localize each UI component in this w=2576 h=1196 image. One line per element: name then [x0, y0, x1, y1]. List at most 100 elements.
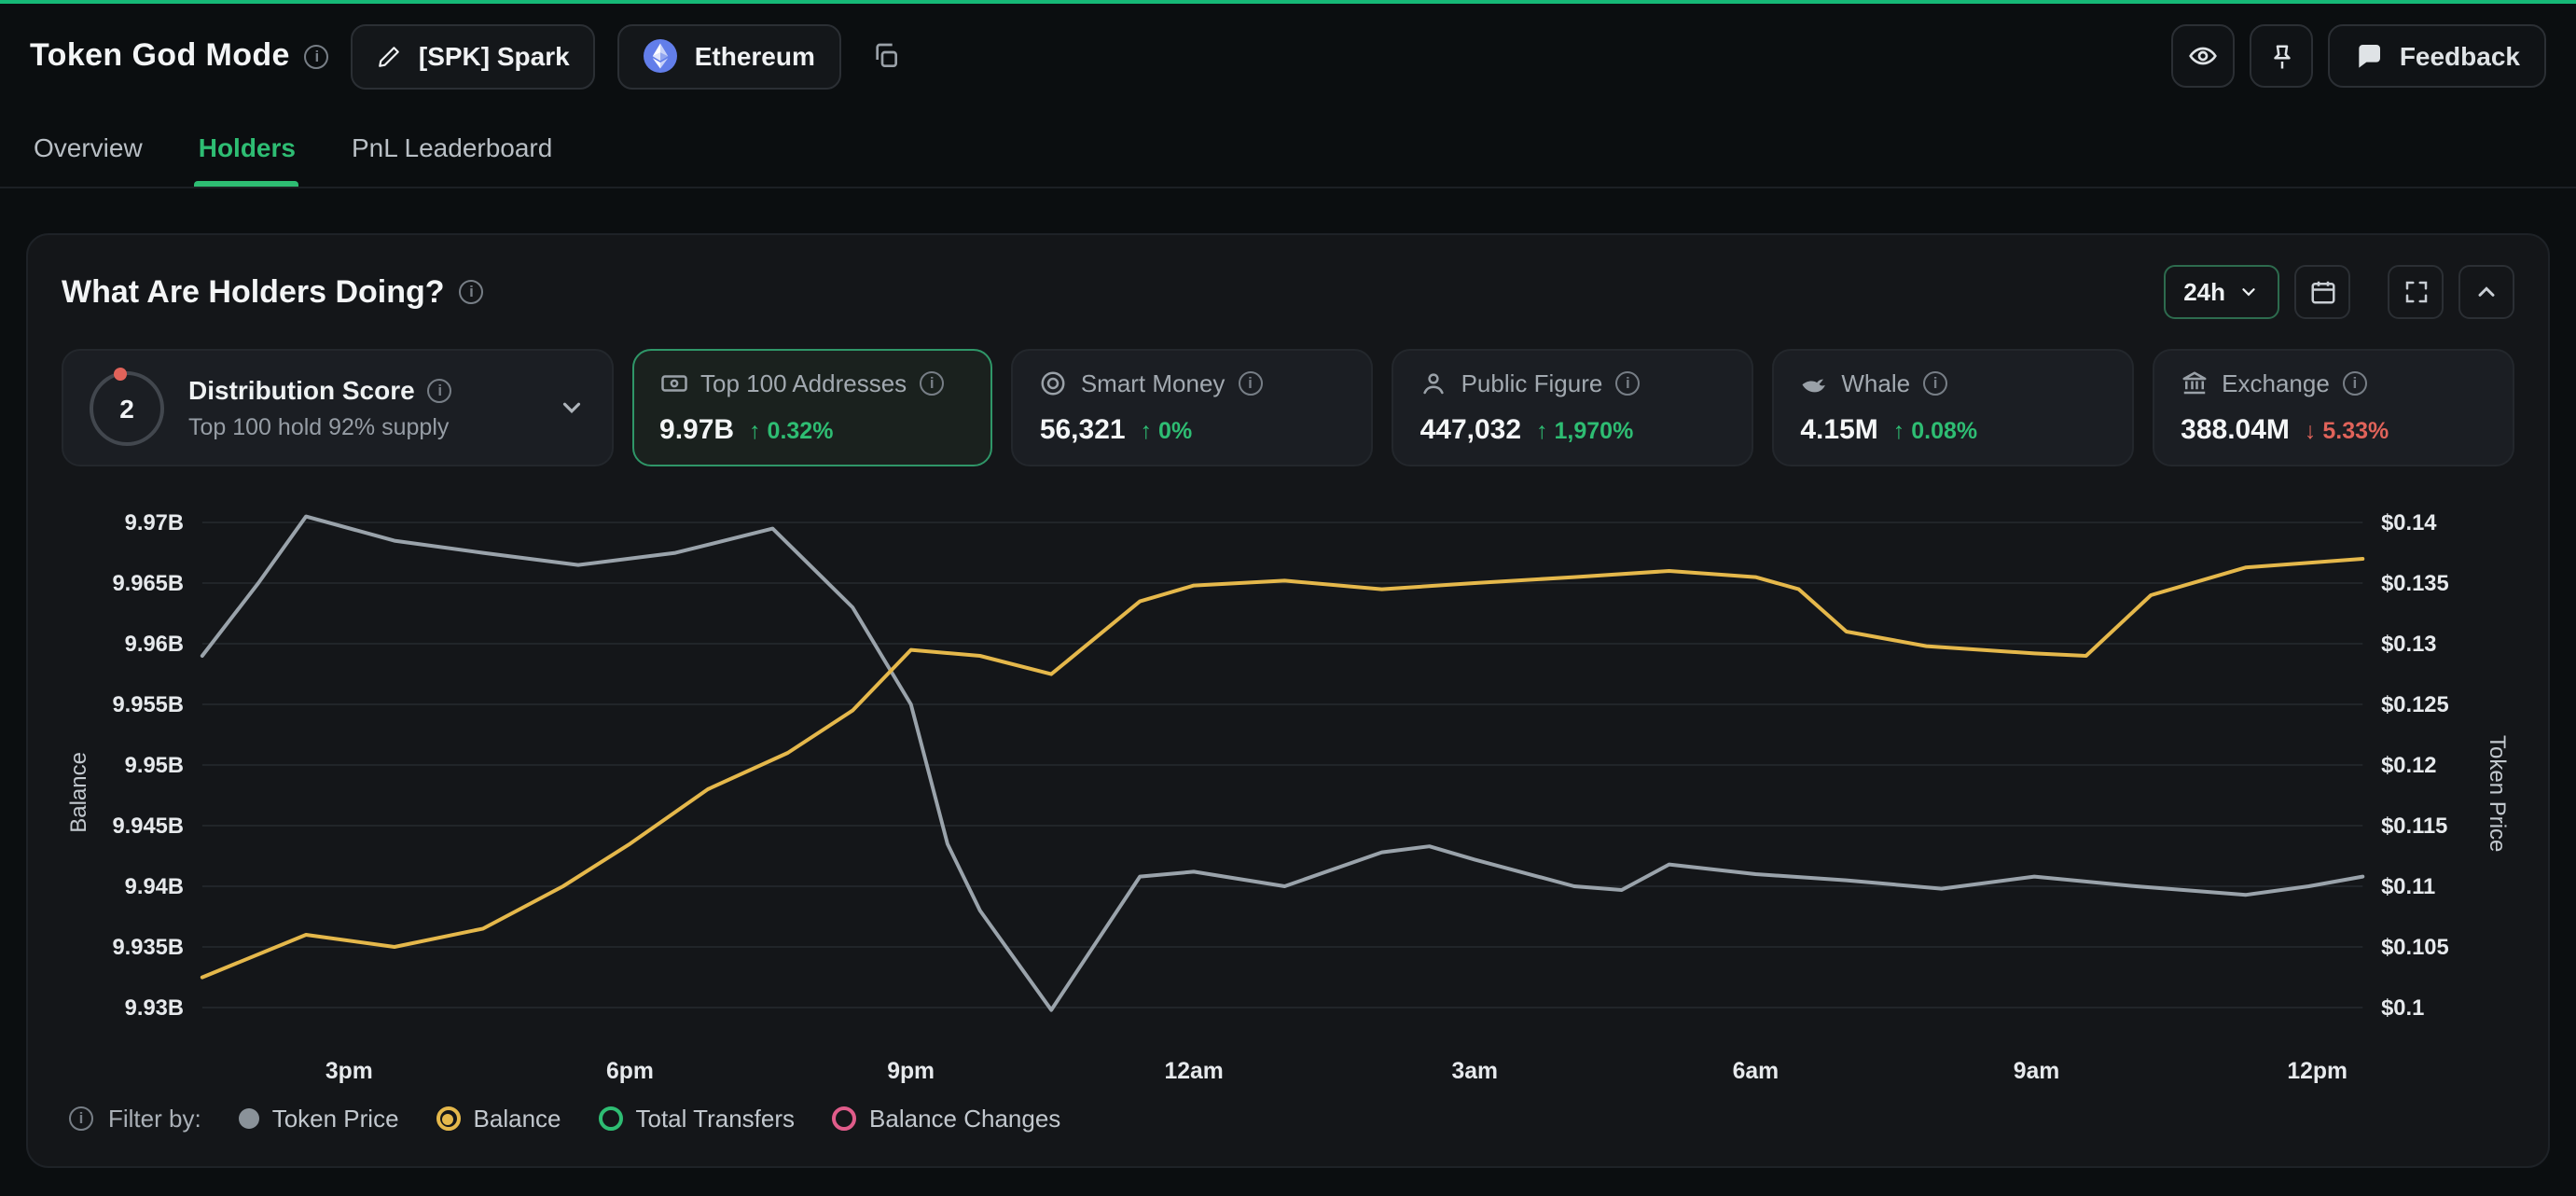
svg-text:12am: 12am [1164, 1058, 1223, 1084]
balance-marker-icon [436, 1106, 461, 1131]
info-icon[interactable] [1615, 371, 1640, 396]
info-icon[interactable] [2343, 371, 2367, 396]
metric-label: Top 100 Addresses [700, 369, 907, 397]
chat-bubble-icon [2355, 41, 2385, 71]
copy-address-button[interactable] [864, 34, 908, 78]
token-selector-label: [SPK] Spark [419, 41, 570, 71]
holders-activity-chart[interactable]: 9.93B$0.19.935B$0.1059.94B$0.119.945B$0.… [95, 496, 2481, 1090]
svg-text:9.95B: 9.95B [125, 753, 184, 778]
pencil-icon [378, 44, 402, 68]
metric-label: Whale [1841, 369, 1910, 397]
svg-text:$0.13: $0.13 [2381, 632, 2436, 657]
collapse-button[interactable] [2458, 265, 2514, 319]
metric-change: ↑ 1,970% [1536, 418, 1633, 444]
panel-header: What Are Holders Doing? 24h [62, 265, 2514, 319]
metric-value: 56,321 [1040, 414, 1126, 446]
fullscreen-button[interactable] [2388, 265, 2444, 319]
right-axis-title: Token Price [2481, 496, 2514, 1090]
distribution-score-card[interactable]: 2 Distribution Score Top 100 hold 92% su… [62, 349, 613, 466]
svg-text:12pm: 12pm [2287, 1058, 2347, 1084]
tab-pnl-leaderboard[interactable]: PnL Leaderboard [352, 108, 552, 187]
svg-text:3am: 3am [1451, 1058, 1498, 1084]
info-icon[interactable] [1923, 371, 1947, 396]
legend-label: Token Price [272, 1105, 399, 1133]
left-axis-title: Balance [62, 496, 95, 1090]
chain-selector-label: Ethereum [695, 41, 815, 71]
svg-text:$0.14: $0.14 [2381, 510, 2437, 535]
svg-text:9.945B: 9.945B [112, 814, 184, 839]
feedback-label: Feedback [2400, 41, 2520, 71]
legend-label: Total Transfers [636, 1105, 796, 1133]
tab-overview[interactable]: Overview [34, 108, 143, 187]
metric-change: ↑ 0.32% [749, 418, 833, 444]
calendar-icon [2308, 278, 2336, 306]
timeframe-dropdown[interactable]: 24h [2163, 265, 2279, 319]
legend-label: Balance Changes [869, 1105, 1060, 1133]
whale-icon [1800, 369, 1828, 397]
info-icon[interactable] [305, 44, 329, 68]
chevron-down-icon[interactable] [557, 394, 585, 422]
legend-balance-changes[interactable]: Balance Changes [832, 1105, 1060, 1133]
metric-card-exchange[interactable]: Exchange 388.04M ↓ 5.33% [2153, 349, 2514, 466]
legend-total-transfers[interactable]: Total Transfers [599, 1105, 796, 1133]
metric-cards-row: 2 Distribution Score Top 100 hold 92% su… [62, 349, 2514, 466]
legend-token-price[interactable]: Token Price [239, 1105, 399, 1133]
svg-text:$0.105: $0.105 [2381, 935, 2449, 960]
eye-icon [2189, 41, 2219, 71]
info-icon[interactable] [428, 378, 452, 402]
bank-icon [2181, 369, 2209, 397]
svg-text:3pm: 3pm [325, 1058, 373, 1084]
svg-text:6am: 6am [1733, 1058, 1780, 1084]
app: Token God Mode [SPK] Spark Ethereum [0, 0, 2576, 1196]
metric-card-public-figure[interactable]: Public Figure 447,032 ↑ 1,970% [1392, 349, 1754, 466]
info-icon[interactable] [920, 371, 944, 396]
legend-balance[interactable]: Balance [436, 1105, 561, 1133]
info-icon[interactable] [69, 1106, 93, 1131]
svg-text:9.965B: 9.965B [112, 571, 184, 596]
svg-text:$0.135: $0.135 [2381, 571, 2449, 596]
tab-holders[interactable]: Holders [199, 108, 296, 187]
balance-changes-marker-icon [832, 1106, 856, 1131]
ethereum-icon [644, 39, 678, 73]
metric-label: Exchange [2222, 369, 2330, 397]
svg-text:$0.125: $0.125 [2381, 692, 2449, 717]
svg-text:$0.12: $0.12 [2381, 753, 2436, 778]
metric-change: ↑ 0.08% [1893, 418, 1977, 444]
copy-icon [871, 41, 901, 71]
distribution-score-subtitle: Top 100 hold 92% supply [188, 414, 533, 440]
coin-icon [1040, 369, 1068, 397]
svg-text:9pm: 9pm [887, 1058, 935, 1084]
token-selector[interactable]: [SPK] Spark [352, 23, 596, 89]
app-header: Token God Mode [SPK] Spark Ethereum [0, 4, 2576, 108]
timeframe-value: 24h [2183, 278, 2225, 306]
feedback-button[interactable]: Feedback [2329, 24, 2546, 88]
info-icon[interactable] [1238, 371, 1262, 396]
metric-label: Public Figure [1461, 369, 1603, 397]
svg-text:$0.115: $0.115 [2381, 814, 2447, 839]
total-transfers-marker-icon [599, 1106, 623, 1131]
svg-text:9am: 9am [2014, 1058, 2060, 1084]
calendar-button[interactable] [2294, 265, 2350, 319]
svg-text:9.97B: 9.97B [125, 510, 184, 535]
svg-text:9.93B: 9.93B [125, 995, 184, 1021]
info-icon[interactable] [460, 280, 484, 304]
metric-value: 4.15M [1800, 414, 1877, 446]
metric-value: 9.97B [659, 414, 734, 446]
metric-label: Smart Money [1081, 369, 1226, 397]
metric-card-whale[interactable]: Whale 4.15M ↑ 0.08% [1772, 349, 2134, 466]
pin-button[interactable] [2251, 24, 2314, 88]
filter-by-label: Filter by: [108, 1105, 201, 1133]
metric-card-top-100-addresses[interactable]: Top 100 Addresses 9.97B ↑ 0.32% [631, 349, 993, 466]
banknote-icon [659, 369, 687, 397]
distribution-score-title: Distribution Score [188, 375, 415, 405]
metric-change: ↑ 0% [1141, 418, 1193, 444]
metric-value: 388.04M [2181, 414, 2290, 446]
svg-text:$0.1: $0.1 [2381, 995, 2424, 1021]
metric-card-smart-money[interactable]: Smart Money 56,321 ↑ 0% [1012, 349, 1374, 466]
main-content: What Are Holders Doing? 24h [0, 188, 2576, 1168]
chevron-up-icon [2473, 279, 2500, 305]
chain-selector[interactable]: Ethereum [618, 23, 841, 89]
svg-text:9.955B: 9.955B [112, 692, 184, 717]
watchlist-button[interactable] [2172, 24, 2236, 88]
distribution-score-ring: 2 [90, 370, 164, 445]
